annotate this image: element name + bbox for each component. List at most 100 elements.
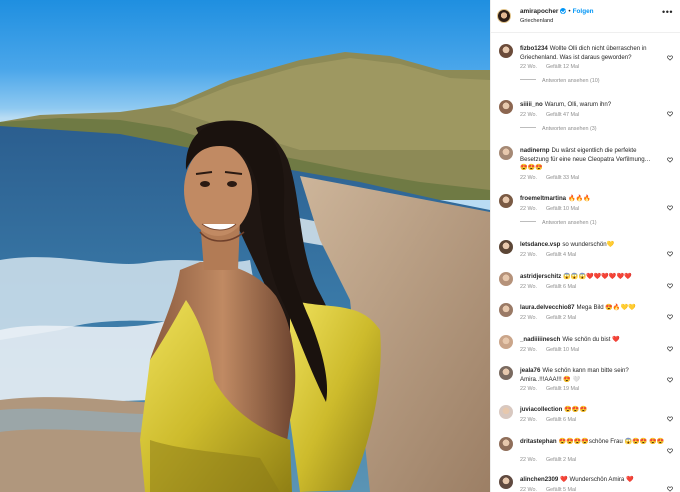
comment-username[interactable]: astridjerschitz bbox=[520, 273, 561, 280]
comment-age[interactable]: 22 Wo. bbox=[520, 206, 537, 212]
comment-text: _nadiiiiinesch Wie schön du bist ❤️ bbox=[520, 336, 665, 345]
post-photo[interactable] bbox=[0, 0, 490, 492]
beach-photo-illustration bbox=[0, 52, 490, 492]
comment-text: froemeltmartina 🔥🔥🔥 bbox=[520, 195, 665, 204]
comment-username[interactable]: alinchen2309 bbox=[520, 476, 558, 483]
comment-age[interactable]: 22 Wo. bbox=[520, 315, 537, 321]
comment-age[interactable]: 22 Wo. bbox=[520, 175, 537, 181]
comments-panel: amirapocher • Folgen Griechenland ••• fizb… bbox=[490, 0, 680, 492]
comment-body: Warum, Olli, warum ihn? bbox=[544, 101, 612, 108]
comment-username[interactable]: dritastephan bbox=[520, 438, 557, 445]
comment-meta: 22 Wo. Gefällt 47 Mal bbox=[520, 112, 588, 118]
comment-username[interactable]: siiiii_no bbox=[520, 101, 543, 108]
comment-meta: 22 Wo. Gefällt 4 Mal bbox=[520, 252, 585, 258]
more-options-icon[interactable]: ••• bbox=[662, 8, 673, 17]
verified-icon bbox=[560, 8, 567, 14]
comment-body: 😍😍😍 bbox=[564, 406, 588, 413]
comment-username[interactable]: letsdance.vsp bbox=[520, 241, 560, 248]
follow-button[interactable]: Folgen bbox=[573, 8, 594, 15]
comment-text: letsdance.vsp so wunderschön💛 bbox=[520, 241, 665, 250]
comment-emoji: 😍😍😍 bbox=[520, 164, 543, 172]
like-heart-icon[interactable] bbox=[667, 339, 673, 352]
comment-likes[interactable]: Gefällt 5 Mal bbox=[546, 487, 576, 492]
comment-age[interactable]: 22 Wo. bbox=[520, 112, 537, 118]
like-heart-icon[interactable] bbox=[667, 244, 673, 257]
comment-likes[interactable]: Gefällt 2 Mal bbox=[546, 457, 576, 463]
like-heart-icon[interactable] bbox=[667, 370, 673, 383]
comment-age[interactable]: 22 Wo. bbox=[520, 347, 537, 353]
post-location[interactable]: Griechenland bbox=[520, 18, 553, 24]
like-heart-icon[interactable] bbox=[667, 104, 673, 117]
comment-avatar[interactable] bbox=[499, 303, 513, 317]
comment-meta: 22 Wo. Gefällt 2 Mal bbox=[520, 457, 585, 463]
comment-likes[interactable]: Gefällt 47 Mal bbox=[546, 112, 579, 118]
comment-age[interactable]: 22 Wo. bbox=[520, 457, 537, 463]
view-replies-button[interactable]: Antworten ansehen (10) bbox=[520, 78, 600, 84]
view-replies-button[interactable]: Antworten ansehen (3) bbox=[520, 126, 597, 132]
comment-likes[interactable]: Gefällt 4 Mal bbox=[546, 252, 576, 258]
comment-meta: 22 Wo. Gefällt 19 Mal bbox=[520, 386, 588, 392]
comment-age[interactable]: 22 Wo. bbox=[520, 284, 537, 290]
comment-text: nadinernp Du wärst eigentlich die perfekt… bbox=[520, 147, 665, 173]
comment-avatar[interactable] bbox=[499, 100, 513, 114]
comment-likes[interactable]: Gefällt 10 Mal bbox=[546, 206, 579, 212]
comment-meta: 22 Wo. Gefällt 5 Mal bbox=[520, 487, 585, 492]
like-heart-icon[interactable] bbox=[667, 198, 673, 211]
comment-body: ❤️ Wunderschön Amira ❤️ bbox=[560, 476, 634, 483]
comment-body: Wie schön du bist ❤️ bbox=[562, 336, 620, 343]
comment-username[interactable]: jeala76 bbox=[520, 367, 540, 374]
comment-avatar[interactable] bbox=[499, 44, 513, 58]
like-heart-icon[interactable] bbox=[667, 276, 673, 289]
comment-username[interactable]: juviacollection bbox=[520, 406, 562, 413]
comment-avatar[interactable] bbox=[499, 194, 513, 208]
comment-body: so wunderschön💛 bbox=[562, 241, 615, 248]
author-avatar[interactable] bbox=[497, 9, 511, 23]
comment-meta: 22 Wo. Gefällt 6 Mal bbox=[520, 417, 585, 423]
comment-likes[interactable]: Gefällt 6 Mal bbox=[546, 284, 576, 290]
view-replies-button[interactable]: Antworten ansehen (1) bbox=[520, 220, 597, 226]
comment-username[interactable]: laura.delvecchio87 bbox=[520, 304, 575, 311]
comment-username[interactable]: _nadiiiiinesch bbox=[520, 336, 560, 343]
comment-avatar[interactable] bbox=[499, 146, 513, 160]
like-heart-icon[interactable] bbox=[667, 150, 673, 163]
comment-avatar[interactable] bbox=[499, 437, 513, 451]
post-header: amirapocher • Folgen Griechenland ••• bbox=[491, 0, 680, 33]
author-username[interactable]: amirapocher bbox=[520, 8, 558, 15]
comment-text: jeala76 Wie schön kann man bitte sein? Am… bbox=[520, 367, 665, 384]
like-heart-icon[interactable] bbox=[667, 441, 673, 454]
comment-meta: 22 Wo. Gefällt 10 Mal bbox=[520, 347, 588, 353]
comment-username[interactable]: froemeltmartina bbox=[520, 195, 566, 202]
like-heart-icon[interactable] bbox=[667, 48, 673, 61]
comment-text: juviacollection 😍😍😍 bbox=[520, 406, 665, 415]
like-heart-icon[interactable] bbox=[667, 307, 673, 320]
comment-text: laura.delvecchio87 Mega Bild 😍🔥💛💛 bbox=[520, 304, 665, 313]
like-heart-icon[interactable] bbox=[667, 409, 673, 422]
comment-body: Mega Bild 😍🔥💛💛 bbox=[576, 304, 636, 311]
comment-avatar[interactable] bbox=[499, 475, 513, 489]
comment-text: alinchen2309 ❤️ Wunderschön Amira ❤️ bbox=[520, 476, 665, 485]
comment-text: dritastephan 😍😍😍😍schöne Frau 😱😍😍 😍😍 bbox=[520, 438, 665, 447]
comment-text: siiiii_no Warum, Olli, warum ihn? bbox=[520, 101, 665, 110]
comment-age[interactable]: 22 Wo. bbox=[520, 417, 537, 423]
comment-likes[interactable]: Gefällt 33 Mal bbox=[546, 175, 579, 181]
comment-likes[interactable]: Gefällt 19 Mal bbox=[546, 386, 579, 392]
comment-likes[interactable]: Gefällt 10 Mal bbox=[546, 347, 579, 353]
comment-age[interactable]: 22 Wo. bbox=[520, 64, 537, 70]
comment-username[interactable]: nadinernp bbox=[520, 147, 549, 154]
comment-body: 😱😱😱❤️❤️❤️❤️❤️❤️ bbox=[563, 273, 632, 280]
comment-avatar[interactable] bbox=[499, 366, 513, 380]
separator-dot: • bbox=[568, 8, 571, 15]
comment-avatar[interactable] bbox=[499, 272, 513, 286]
comment-age[interactable]: 22 Wo. bbox=[520, 386, 537, 392]
like-heart-icon[interactable] bbox=[667, 479, 673, 492]
comment-likes[interactable]: Gefällt 12 Mal bbox=[546, 64, 579, 70]
comment-age[interactable]: 22 Wo. bbox=[520, 487, 537, 492]
comment-meta: 22 Wo. Gefällt 10 Mal bbox=[520, 206, 588, 212]
comment-avatar[interactable] bbox=[499, 405, 513, 419]
comment-username[interactable]: fizbo1234 bbox=[520, 45, 548, 52]
comment-avatar[interactable] bbox=[499, 335, 513, 349]
comment-likes[interactable]: Gefällt 6 Mal bbox=[546, 417, 576, 423]
comment-likes[interactable]: Gefällt 2 Mal bbox=[546, 315, 576, 321]
comment-age[interactable]: 22 Wo. bbox=[520, 252, 537, 258]
comment-avatar[interactable] bbox=[499, 240, 513, 254]
